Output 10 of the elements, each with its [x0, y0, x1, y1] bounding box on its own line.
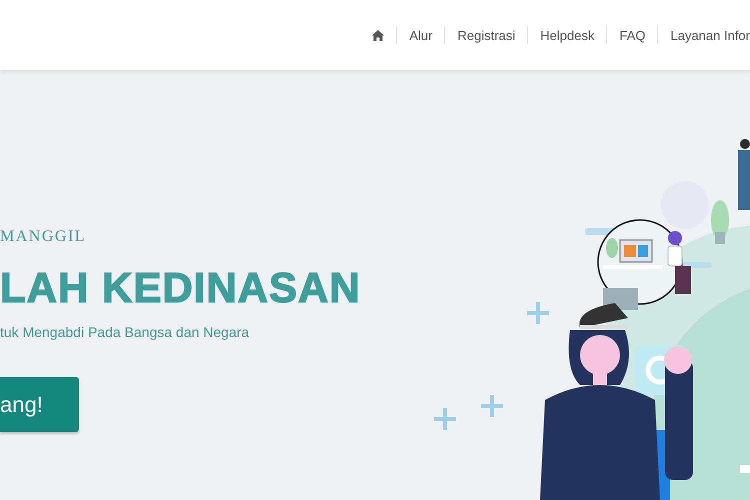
nav-link[interactable]: FAQ	[607, 28, 658, 42]
nav-link[interactable]: Helpdesk	[528, 28, 606, 42]
hero-title: LAH KEDINASAN	[0, 264, 362, 312]
hero-eyebrow: MANGGIL	[0, 228, 88, 246]
hero-subtitle: tuk Mengabdi Pada Bangsa dan Negara	[0, 324, 250, 340]
home-icon[interactable]	[372, 30, 384, 40]
nav-link[interactable]: Registrasi	[445, 28, 528, 42]
nav-link[interactable]: Alur	[397, 28, 444, 42]
nav-link[interactable]: Layanan Infor	[658, 28, 750, 42]
cta-button[interactable]: ang!	[0, 377, 79, 432]
